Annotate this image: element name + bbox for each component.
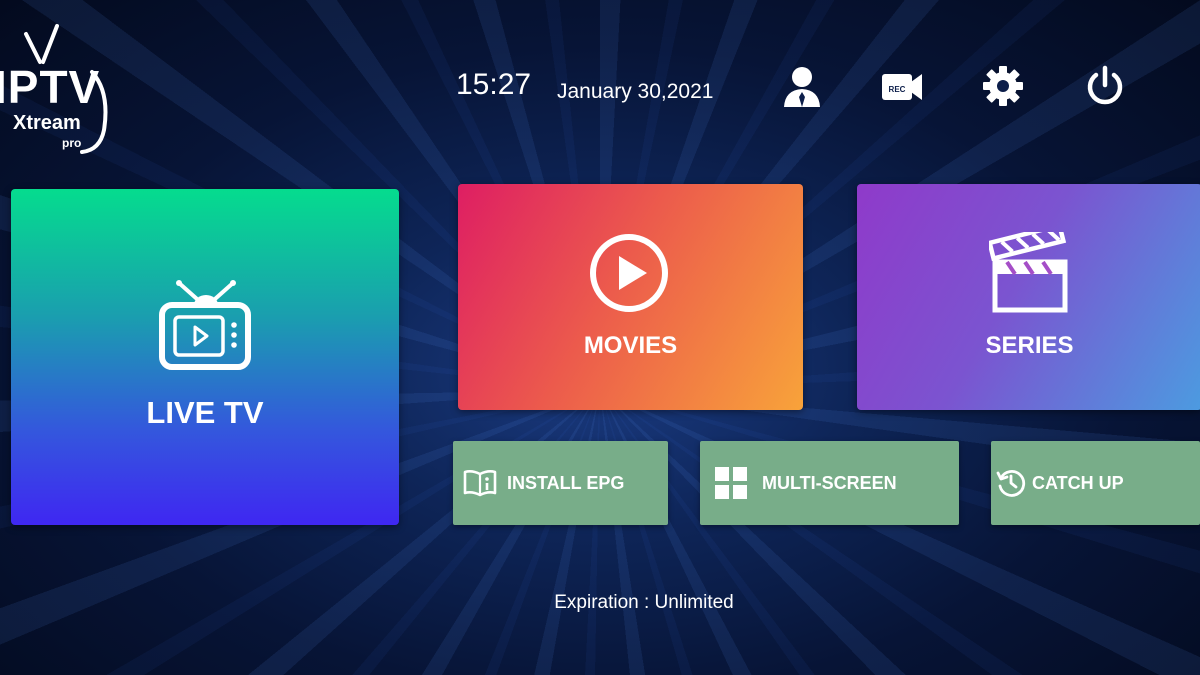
series-label: SERIES (985, 332, 1074, 359)
logo-sub-text: Xtream (13, 112, 81, 134)
live-tv-tile[interactable]: LIVE TV (11, 189, 399, 525)
power-icon[interactable] (1083, 64, 1127, 108)
history-icon (996, 470, 1026, 497)
gear-icon[interactable] (981, 64, 1025, 108)
tv-icon (159, 280, 251, 370)
grid-icon (715, 467, 747, 499)
movies-tile[interactable]: MOVIES (458, 184, 803, 410)
install-epg-label: INSTALL EPG (507, 472, 625, 493)
user-icon[interactable] (780, 64, 824, 108)
book-icon (463, 470, 497, 497)
clapperboard-icon (989, 232, 1068, 313)
date: January 30,2021 (557, 80, 714, 103)
logo-main-text: IPTV (0, 61, 101, 113)
catch-up-button[interactable]: CATCH UP (991, 441, 1200, 525)
live-tv-label: LIVE TV (146, 395, 264, 430)
multi-screen-button[interactable]: MULTI-SCREEN (700, 441, 959, 525)
movies-label: MOVIES (583, 332, 678, 359)
play-circle-icon (590, 234, 668, 312)
multi-screen-label: MULTI-SCREEN (762, 472, 897, 493)
install-epg-button[interactable]: INSTALL EPG (453, 441, 668, 525)
rec-label: REC (889, 85, 906, 94)
expiration-status: Expiration : Unlimited (554, 592, 734, 613)
rec-camera-icon[interactable]: REC (880, 64, 924, 108)
series-tile[interactable]: SERIES (857, 184, 1200, 410)
logo-pro-text: pro (62, 136, 82, 150)
app-logo: IPTV Xtream pro (0, 12, 120, 154)
catch-up-label: CATCH UP (1032, 472, 1124, 493)
clock: 15:27 (456, 68, 532, 101)
